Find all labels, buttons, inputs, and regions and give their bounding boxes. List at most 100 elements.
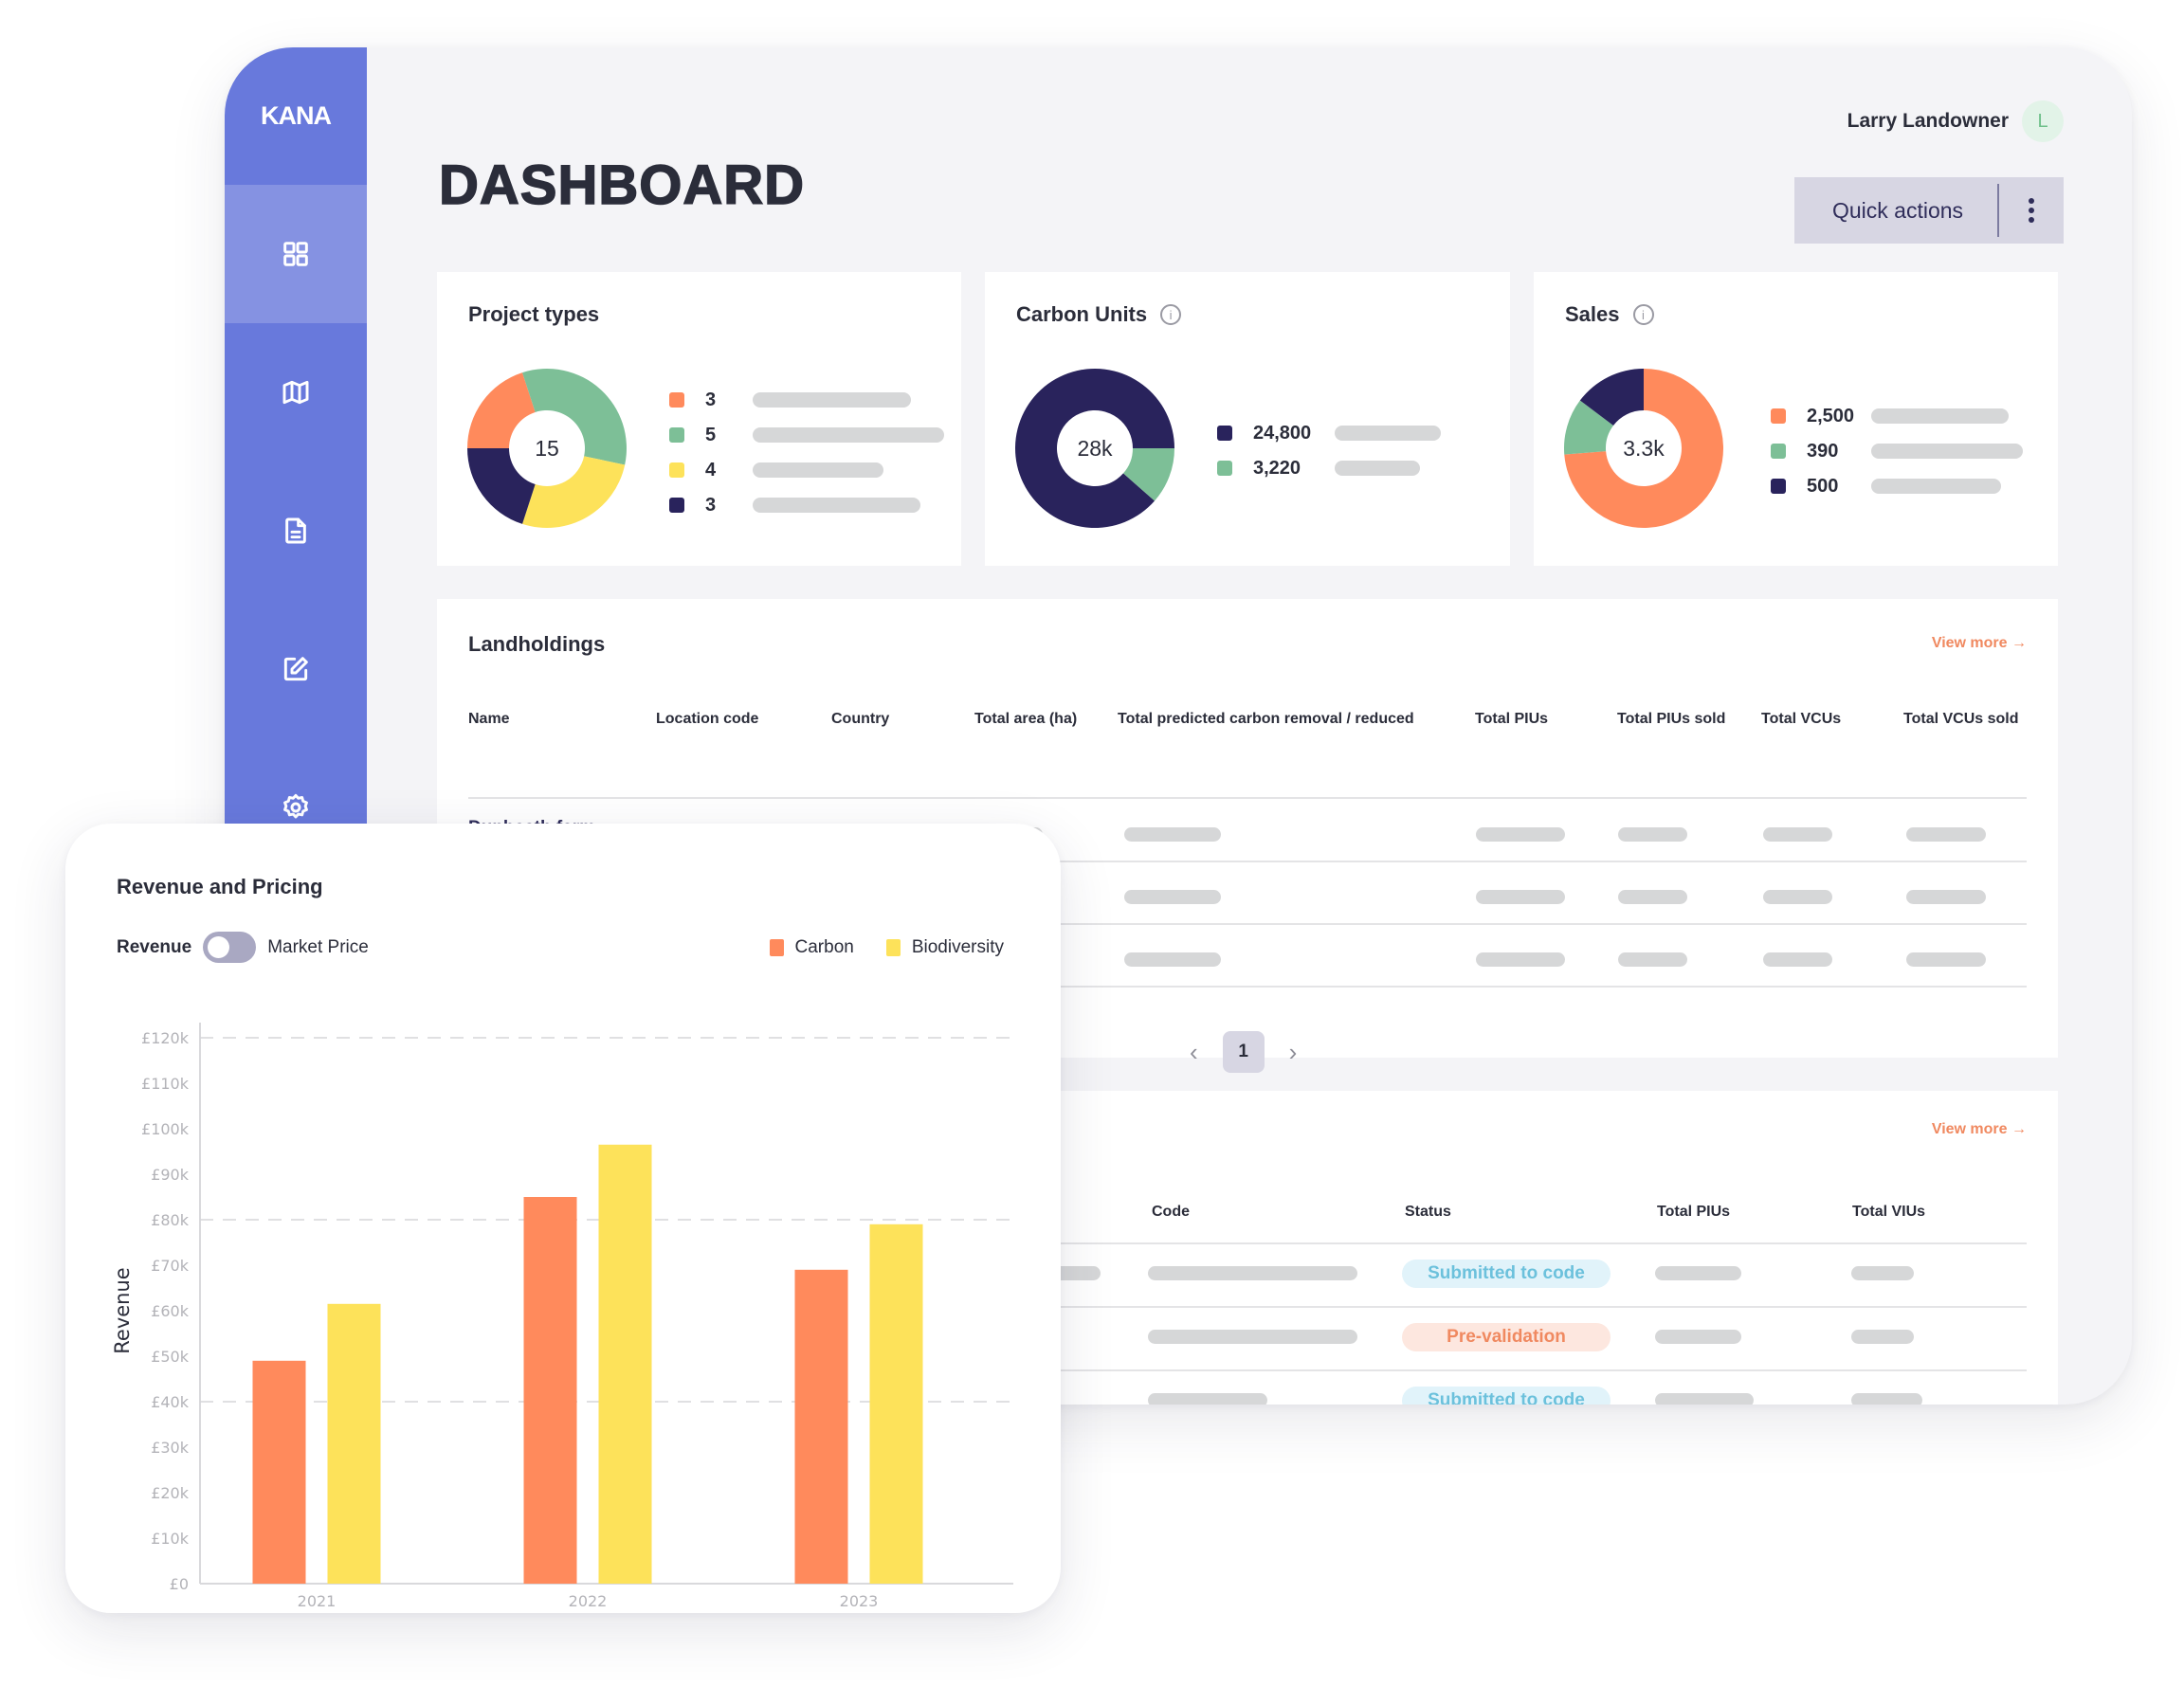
- legend-item: 2,500: [1771, 406, 2023, 426]
- page-button[interactable]: 1: [1222, 1031, 1265, 1073]
- edit-icon: [283, 657, 308, 681]
- card-title-text: Carbon Units: [1016, 302, 1148, 326]
- placeholder-cell: [1906, 890, 1986, 904]
- legend-item: 3: [669, 390, 944, 410]
- info-icon[interactable]: i: [1160, 304, 1182, 325]
- column-header[interactable]: Status: [1405, 1204, 1451, 1221]
- placeholder-bar: [1335, 426, 1441, 441]
- user-name: Larry Landowner: [1847, 110, 2009, 132]
- column-header[interactable]: Name: [468, 711, 510, 728]
- page-title: DASHBOARD: [438, 154, 805, 217]
- legend-value: 3: [705, 494, 717, 516]
- placeholder-cell: [1763, 890, 1832, 904]
- user-menu[interactable]: Larry Landowner L: [1847, 100, 2064, 142]
- y-axis-label: Revenue: [111, 1267, 134, 1353]
- placeholder-cell: [1906, 827, 1986, 842]
- legend-item-biodiversity[interactable]: Biodiversity: [885, 937, 1004, 958]
- placeholder-cell: [1851, 1266, 1914, 1280]
- legend-item-carbon[interactable]: Carbon: [769, 937, 854, 958]
- legend: 3 5 4 3: [669, 390, 944, 516]
- sidebar-item-dashboard[interactable]: [225, 185, 367, 323]
- column-header[interactable]: Code: [1152, 1204, 1190, 1221]
- chevron-left-icon[interactable]: ‹: [1190, 1038, 1198, 1067]
- bar-carbon-2021[interactable]: [252, 1360, 306, 1584]
- legend-value: 390: [1807, 440, 1839, 462]
- view-more-link[interactable]: View more →: [1932, 635, 2027, 652]
- y-tick-label: £40k: [151, 1393, 190, 1411]
- row-divider: [468, 797, 2027, 799]
- y-tick-label: £90k: [151, 1166, 190, 1184]
- bar-carbon-2022[interactable]: [523, 1197, 577, 1584]
- legend-swatch: [669, 427, 684, 443]
- column-header[interactable]: Total PIUs: [1657, 1204, 1730, 1221]
- column-header[interactable]: Total predicted carbon removal / reduced: [1118, 711, 1414, 728]
- bar-carbon-2023[interactable]: [794, 1269, 848, 1584]
- avatar[interactable]: L: [2022, 100, 2064, 142]
- more-vertical-icon[interactable]: [1999, 177, 2064, 244]
- gear-icon: [283, 793, 308, 819]
- x-tick-label: 2022: [569, 1592, 608, 1610]
- quick-actions-button[interactable]: Quick actions: [1794, 177, 2064, 244]
- legend-item: 5: [669, 425, 944, 445]
- card-title-text: Landholdings: [468, 632, 606, 656]
- toggle-knob: [208, 936, 230, 958]
- column-header[interactable]: Total VIUs: [1852, 1204, 1925, 1221]
- column-header[interactable]: Country: [831, 711, 889, 728]
- revenue-market-toggle-row: Revenue Market Price: [117, 932, 369, 963]
- legend-item: 3: [669, 494, 944, 516]
- column-header[interactable]: Total VCUs sold: [1903, 711, 2019, 728]
- bar-biodiversity-2023[interactable]: [869, 1224, 923, 1584]
- quick-actions-label[interactable]: Quick actions: [1794, 198, 1997, 224]
- column-header[interactable]: Total PIUs sold: [1617, 711, 1725, 728]
- revenue-market-price-toggle[interactable]: [203, 932, 257, 963]
- card-title: Landholdings: [468, 632, 605, 657]
- legend-value: 500: [1807, 475, 1839, 497]
- view-more-link[interactable]: View more →: [1932, 1121, 2027, 1138]
- document-icon: [285, 517, 306, 544]
- donut-center-value: 28k: [1077, 435, 1113, 461]
- column-header[interactable]: Total area (ha): [974, 711, 1077, 728]
- legend: 24,800 3,220: [1217, 422, 1441, 479]
- legend-swatch: [1771, 444, 1786, 459]
- legend-swatch: [769, 939, 784, 956]
- placeholder-cell: [1124, 827, 1221, 842]
- bar-biodiversity-2022[interactable]: [598, 1144, 652, 1584]
- toggle-label-revenue[interactable]: Revenue: [117, 937, 191, 958]
- card-title: Carbon Units i: [1016, 302, 1182, 327]
- column-header[interactable]: Location code: [656, 711, 758, 728]
- column-header[interactable]: Total VCUs: [1761, 711, 1841, 728]
- legend-label: Biodiversity: [911, 937, 1004, 957]
- column-header[interactable]: Total PIUs: [1475, 711, 1548, 728]
- logo[interactable]: KANA: [225, 47, 367, 185]
- placeholder-cell: [1655, 1266, 1741, 1280]
- sidebar-item-map[interactable]: [225, 323, 367, 462]
- card-title-text: Project types: [468, 302, 600, 326]
- placeholder-bar: [1871, 444, 2023, 459]
- legend-item: 4: [669, 459, 944, 480]
- placeholder-cell: [1476, 890, 1565, 904]
- toggle-label-market-price[interactable]: Market Price: [267, 937, 369, 958]
- status-badge: Submitted to code: [1402, 1260, 1611, 1288]
- chevron-right-icon[interactable]: ›: [1289, 1038, 1298, 1067]
- placeholder-cell: [1906, 952, 1986, 967]
- bar-biodiversity-2021[interactable]: [327, 1303, 381, 1584]
- legend-swatch: [1217, 461, 1232, 476]
- placeholder-bar: [1871, 479, 2001, 494]
- revenue-pricing-card: £0 £10k £20k £30k £40k £50k £60k £70k £80k £90k £1…: [65, 824, 1061, 1613]
- sidebar-item-edit[interactable]: [225, 600, 367, 738]
- sidebar-item-documents[interactable]: [225, 462, 367, 600]
- legend-value: 4: [705, 459, 717, 480]
- card-title: Sales i: [1565, 302, 1654, 327]
- legend-value: 24,800: [1253, 422, 1312, 444]
- legend-swatch: [669, 462, 684, 478]
- legend-swatch: [1771, 408, 1786, 424]
- placeholder-cell: [1851, 1393, 1922, 1405]
- placeholder-cell: [1655, 1393, 1754, 1405]
- info-icon[interactable]: i: [1632, 304, 1654, 325]
- placeholder-bar: [753, 392, 911, 408]
- y-tick-label: £60k: [151, 1302, 190, 1320]
- legend-swatch: [1217, 426, 1232, 441]
- sales-card: Sales i 3.3k 2,500 390 500: [1534, 272, 2058, 566]
- placeholder-cell: [1148, 1266, 1357, 1280]
- project-types-card: Project types 15 3 5 4 3: [437, 272, 961, 566]
